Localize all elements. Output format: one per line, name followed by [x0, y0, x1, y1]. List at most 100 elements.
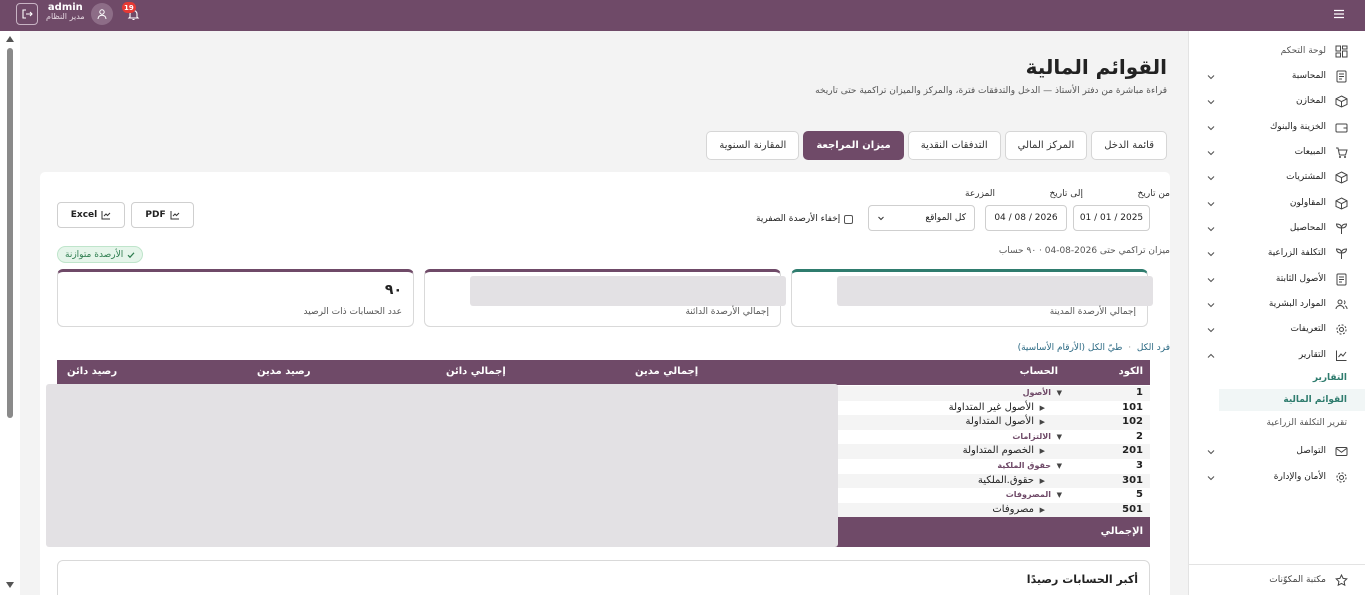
- row-name: الأصول غير المتداولة: [948, 401, 1034, 413]
- chevron-down-icon: [1207, 476, 1215, 481]
- row-name: المصروفات: [1005, 490, 1051, 500]
- sidebar-item-label: المحاسبة: [1291, 71, 1326, 81]
- sidebar-item-warehouses[interactable]: المخازن: [1189, 89, 1365, 114]
- sidebar-item-label: المخازن: [1296, 96, 1326, 106]
- chevron-down-icon: [1207, 202, 1215, 207]
- sidebar-item-label: التواصل: [1296, 446, 1326, 456]
- sidebar-footer-label: مكتبة المكوّنات: [1269, 575, 1326, 585]
- chevron-down-icon: [1207, 227, 1215, 232]
- sidebar-item-label: الأصول الثابتة: [1275, 274, 1326, 284]
- sidebar-item-crops[interactable]: المحاصيل: [1189, 216, 1365, 241]
- sidebar: لوحة التحكم المحاسبة المخازن الخزينة وال…: [1188, 31, 1365, 595]
- logout-button[interactable]: [16, 3, 38, 25]
- menu-button[interactable]: [1332, 7, 1346, 21]
- sidebar-subitem-label: القوائم المالية: [1283, 395, 1347, 405]
- collapse-arrow-icon[interactable]: ▼: [1057, 462, 1062, 470]
- scrollbar-thumb[interactable]: [7, 48, 13, 418]
- chevron-down-icon: [1207, 100, 1215, 105]
- chevron-down-icon: [1207, 278, 1215, 283]
- chevron-up-icon: [1207, 353, 1215, 358]
- chevron-down-icon: [1207, 328, 1215, 333]
- sidebar-subitem-farm-cost-report[interactable]: تقرير التكلفة الزراعية: [1219, 412, 1365, 434]
- sidebar-subitem-financial-statements[interactable]: القوائم المالية: [1219, 389, 1365, 411]
- sidebar-item-hr[interactable]: الموارد البشرية: [1189, 292, 1365, 317]
- sidebar-item-security[interactable]: الأمان والإدارة: [1189, 465, 1365, 490]
- sidebar-subitem-reports[interactable]: التقارير: [1219, 367, 1365, 389]
- chart-icon: [1336, 350, 1347, 361]
- expand-arrow-icon[interactable]: ▶: [1040, 447, 1045, 455]
- col-debit-balance: رصيد مدين: [257, 366, 311, 377]
- chevron-down-icon: [1207, 176, 1215, 181]
- mail-icon: [1335, 447, 1348, 456]
- sidebar-item-label: الخزينة والبنوك: [1269, 122, 1326, 132]
- sidebar-item-definitions[interactable]: التعريفات: [1189, 317, 1365, 342]
- chevron-down-icon: [1207, 252, 1215, 257]
- sidebar-item-fixed-assets[interactable]: الأصول الثابتة: [1189, 267, 1365, 292]
- row-code: 101: [1122, 401, 1143, 413]
- sidebar-item-purchases[interactable]: المشتريات: [1189, 165, 1365, 190]
- star-icon: [1335, 574, 1348, 587]
- collapse-arrow-icon[interactable]: ▼: [1057, 491, 1062, 499]
- collapse-arrow-icon[interactable]: ▼: [1057, 389, 1062, 397]
- expand-arrow-icon[interactable]: ▶: [1040, 418, 1045, 426]
- row-code: 201: [1122, 445, 1143, 457]
- collapse-arrow-icon[interactable]: ▼: [1057, 433, 1062, 441]
- redacted-amounts: [46, 384, 838, 547]
- sidebar-footer-components[interactable]: مكتبة المكوّنات: [1189, 564, 1365, 595]
- tab-trial-balance[interactable]: ميزان المراجعة: [803, 131, 904, 160]
- sidebar-item-label: المشتريات: [1286, 172, 1326, 182]
- tab-financial-position[interactable]: المركز المالي: [1004, 131, 1088, 160]
- sidebar-item-label: التعريفات: [1290, 324, 1326, 334]
- expand-arrow-icon[interactable]: ▶: [1040, 404, 1045, 412]
- sidebar-subitem-label: التقارير: [1312, 373, 1347, 383]
- sidebar-item-label: التقارير: [1298, 350, 1326, 360]
- tab-annual-comparison[interactable]: المقارنة السنوية: [706, 131, 800, 160]
- row-code: 5: [1136, 489, 1143, 501]
- sidebar-item-label: الأمان والإدارة: [1273, 472, 1326, 482]
- chevron-down-icon: [1207, 303, 1215, 308]
- scroll-down-arrow-icon[interactable]: [6, 582, 14, 588]
- row-name: الخصوم المتداولة: [962, 445, 1034, 457]
- sidebar-item-label: المحاصيل: [1289, 223, 1326, 233]
- chevron-down-icon: [1207, 126, 1215, 131]
- sidebar-item-accounting[interactable]: المحاسبة: [1189, 64, 1365, 89]
- page-scrollbar[interactable]: [4, 34, 14, 595]
- sidebar-item-label: المبيعات: [1294, 147, 1326, 157]
- sidebar-item-label: المقاولون: [1289, 198, 1326, 208]
- sidebar-item-farm-cost[interactable]: التكلفة الزراعية: [1189, 241, 1365, 266]
- ledger-icon: [1336, 70, 1347, 83]
- avatar[interactable]: [91, 3, 113, 25]
- expand-arrow-icon[interactable]: ▶: [1040, 506, 1045, 514]
- row-code: 301: [1122, 474, 1143, 486]
- row-name: حقوق.الملكية: [977, 474, 1034, 486]
- sidebar-item-sales[interactable]: المبيعات: [1189, 140, 1365, 165]
- sidebar-subitem-label: تقرير التكلفة الزراعية: [1266, 418, 1347, 428]
- total-label: الإجمالي: [1100, 526, 1143, 537]
- notification-badge: 19: [122, 2, 136, 13]
- dashboard-icon: [1335, 45, 1348, 58]
- chevron-down-icon: [1207, 151, 1215, 156]
- sidebar-item-reports[interactable]: التقارير: [1189, 343, 1365, 368]
- trial-balance-table: الكود الحساب إجمالي مدين إجمالي دائن رصي…: [46, 172, 1150, 595]
- col-credit-balance: رصيد دائن: [67, 366, 118, 377]
- col-total-credit: إجمالي دائن: [446, 366, 506, 377]
- user-info[interactable]: admin مدير النظام: [46, 2, 85, 22]
- top-accounts-panel: أكبر الحسابات رصيدًا: [57, 560, 1150, 595]
- sprout-icon: [1335, 223, 1348, 234]
- hamburger-icon: [1334, 9, 1344, 19]
- tab-cash-flows[interactable]: التدفقات النقدية: [907, 131, 1001, 160]
- scroll-up-arrow-icon[interactable]: [6, 36, 14, 42]
- user-role: مدير النظام: [46, 12, 85, 21]
- chevron-down-icon: [1207, 75, 1215, 80]
- sidebar-item-treasury[interactable]: الخزينة والبنوك: [1189, 115, 1365, 140]
- expand-arrow-icon[interactable]: ▶: [1040, 477, 1045, 485]
- tab-income-statement[interactable]: قائمة الدخل: [1091, 131, 1167, 160]
- row-name: مصروفات: [992, 503, 1034, 515]
- trial-balance-card: من تاريخ 01 / 01 / 2025 إلى تاريخ 04 / 0…: [40, 172, 1170, 595]
- sprout-icon: [1335, 248, 1348, 259]
- sidebar-item-contractors[interactable]: المقاولون: [1189, 191, 1365, 216]
- statement-tabs: قائمة الدخل المركز المالي التدفقات النقد…: [706, 131, 1167, 160]
- document-icon: [1336, 273, 1347, 286]
- sidebar-item-communication[interactable]: التواصل: [1189, 439, 1365, 464]
- sidebar-item-dashboard[interactable]: لوحة التحكم: [1189, 39, 1365, 64]
